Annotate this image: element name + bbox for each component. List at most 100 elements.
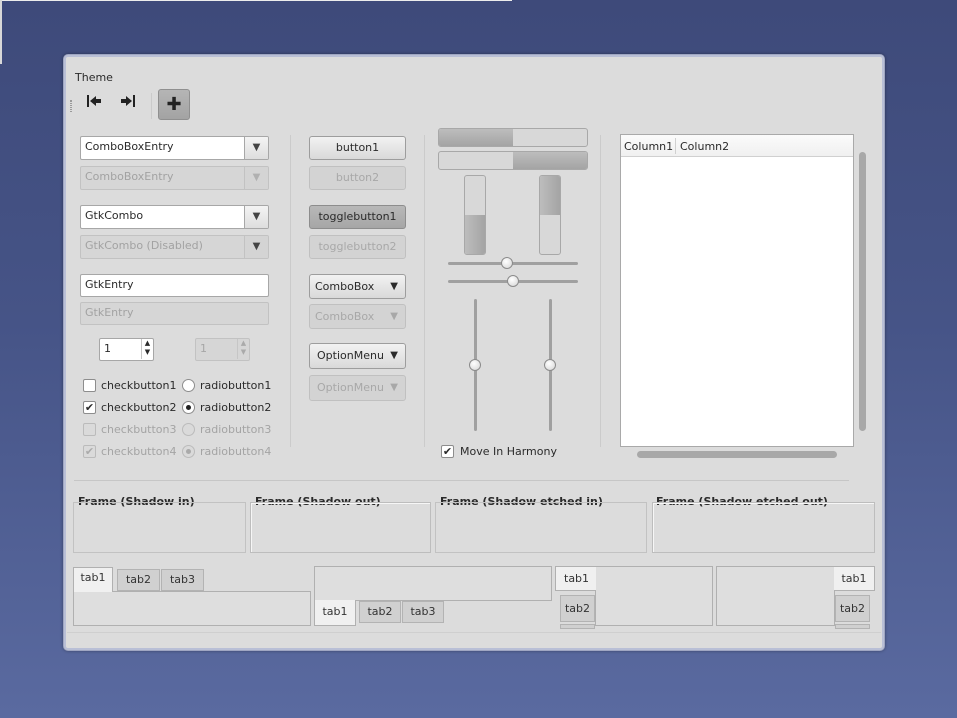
move-in-harmony-checkbox[interactable]: ✔ xyxy=(441,445,454,458)
toolbar-separator xyxy=(151,93,152,119)
radio-dot xyxy=(186,449,191,454)
spin-arrows[interactable]: ▲ ▼ xyxy=(141,339,153,359)
checkbutton1-label[interactable]: checkbutton1 xyxy=(101,379,177,392)
toolbar-grip[interactable] xyxy=(70,100,72,112)
desktop-edge xyxy=(0,0,2,64)
gtk-combo[interactable]: GtkCombo ▼ xyxy=(80,205,269,229)
spin-button-disabled: 1 ▲ ▼ xyxy=(195,338,250,361)
hscale-2-handle[interactable] xyxy=(507,275,519,287)
radiobutton4-circle xyxy=(182,445,195,458)
gtk-combo-disabled-text: GtkCombo (Disabled) xyxy=(85,239,203,252)
notebook-bottom-page xyxy=(314,566,552,601)
radiobutton1-label[interactable]: radiobutton1 xyxy=(200,379,271,392)
radiobutton3-circle xyxy=(182,423,195,436)
vscale-1-handle[interactable] xyxy=(469,359,481,371)
tree-vertical-scrollbar[interactable] xyxy=(859,152,866,431)
column1-header[interactable]: Column1 xyxy=(624,140,673,153)
chevron-down-icon[interactable]: ▼ xyxy=(244,206,268,228)
plus-icon[interactable]: ✚ xyxy=(158,89,190,120)
combobox-entry-disabled: ComboBoxEntry ▼ xyxy=(80,166,269,190)
spin-down-icon[interactable]: ▼ xyxy=(142,348,153,357)
spin-value: 1 xyxy=(104,342,111,355)
notebook-left-tab3[interactable] xyxy=(560,624,595,629)
notebook-right-tab3[interactable] xyxy=(835,624,870,629)
chevron-down-icon: ▼ xyxy=(244,167,268,189)
progress-bar-h2 xyxy=(438,151,588,170)
section-separator xyxy=(74,480,849,481)
notebook-bottom-tab2[interactable]: tab2 xyxy=(359,601,401,623)
radio-dot xyxy=(186,405,191,410)
theme-menu[interactable]: Theme xyxy=(75,71,113,84)
checkbutton1-box[interactable] xyxy=(83,379,96,392)
tree-header: Column1 Column2 xyxy=(621,135,853,157)
notebook-left-tab1[interactable]: tab1 xyxy=(555,566,596,591)
chevron-down-icon: ▼ xyxy=(390,382,398,393)
progress-bar-v1 xyxy=(464,175,486,255)
checkbutton4-label: checkbutton4 xyxy=(101,445,177,458)
notebook-top-page xyxy=(73,591,311,626)
notebook-bottom-tab1[interactable]: tab1 xyxy=(314,600,356,626)
chevron-down-icon[interactable]: ▼ xyxy=(244,137,268,159)
combobox-entry-text: ComboBoxEntry xyxy=(85,140,174,153)
frame-shadow-etched-in xyxy=(435,502,647,553)
optionmenu-disabled-label: OptionMenu xyxy=(317,381,384,394)
radiobutton2-label[interactable]: radiobutton2 xyxy=(200,401,271,414)
chevron-down-icon: ▼ xyxy=(390,350,398,361)
togglebutton2: togglebutton2 xyxy=(309,235,406,259)
checkbutton2-box[interactable]: ✔ xyxy=(83,401,96,414)
frame-shadow-etched-out xyxy=(652,502,875,553)
button1[interactable]: button1 xyxy=(309,136,406,160)
hscale-1-track[interactable] xyxy=(448,262,578,265)
radiobutton4-label: radiobutton4 xyxy=(200,445,272,458)
chevron-down-icon: ▼ xyxy=(244,236,268,258)
progress-bar-h1 xyxy=(438,128,588,147)
togglebutton1[interactable]: togglebutton1 xyxy=(309,205,406,229)
spin-disabled-value: 1 xyxy=(200,342,207,355)
notebook-right-tab2[interactable]: tab2 xyxy=(835,595,870,622)
combobox-entry[interactable]: ComboBoxEntry ▼ xyxy=(80,136,269,160)
radiobutton2-circle[interactable] xyxy=(182,401,195,414)
checkbutton4-box: ✔ xyxy=(83,445,96,458)
spin-up-icon[interactable]: ▲ xyxy=(142,339,153,348)
optionmenu-disabled: OptionMenu ▼ xyxy=(309,375,406,401)
combobox[interactable]: ComboBox ▼ xyxy=(309,274,406,299)
goto-first-icon[interactable] xyxy=(82,92,106,116)
progress-fill xyxy=(540,176,560,215)
chevron-down-icon: ▼ xyxy=(390,311,398,322)
chevron-down-icon: ▼ xyxy=(390,281,398,292)
notebook-left-tab2[interactable]: tab2 xyxy=(560,595,595,622)
spin-up-icon: ▲ xyxy=(240,339,247,347)
hscale-1-handle[interactable] xyxy=(500,257,513,269)
move-in-harmony-label[interactable]: Move In Harmony xyxy=(460,445,557,458)
optionmenu[interactable]: OptionMenu ▼ xyxy=(309,343,406,369)
notebook-top-tab2[interactable]: tab2 xyxy=(117,569,160,591)
goto-last-icon[interactable] xyxy=(116,92,140,116)
gtk-combo-text: GtkCombo xyxy=(85,209,144,222)
frame-shadow-out xyxy=(250,502,431,553)
notebook-right-tab1[interactable]: tab1 xyxy=(834,566,875,591)
notebook-top-tab1[interactable]: tab1 xyxy=(73,567,113,592)
theme-window: Theme ✚ ComboBoxEntry ▼ ComboBoxEntry ▼ … xyxy=(63,54,885,651)
column2-header[interactable]: Column2 xyxy=(680,140,729,153)
vscale-2-handle[interactable] xyxy=(544,359,556,371)
gtk-entry[interactable]: GtkEntry xyxy=(80,274,269,297)
spin-button[interactable]: 1 ▲ ▼ xyxy=(99,338,154,361)
tree-view[interactable]: Column1 Column2 xyxy=(620,134,854,447)
checkbutton2-label[interactable]: checkbutton2 xyxy=(101,401,177,414)
frame-shadow-in xyxy=(73,502,246,553)
column-separator-2 xyxy=(424,135,425,447)
header-divider xyxy=(675,138,676,154)
radiobutton3-label: radiobutton3 xyxy=(200,423,272,436)
column-separator-3 xyxy=(600,135,601,447)
tree-horizontal-scrollbar[interactable] xyxy=(637,451,837,458)
button2: button2 xyxy=(309,166,406,190)
spin-down-icon: ▼ xyxy=(240,348,247,356)
radiobutton1-circle[interactable] xyxy=(182,379,195,392)
status-separator xyxy=(67,632,881,633)
combobox-label: ComboBox xyxy=(315,280,375,293)
notebook-bottom-tab3[interactable]: tab3 xyxy=(402,601,444,623)
notebook-right-page xyxy=(716,566,835,626)
spin-arrows-disabled: ▲ ▼ xyxy=(237,339,249,359)
progress-fill xyxy=(513,152,587,169)
notebook-top-tab3[interactable]: tab3 xyxy=(161,569,204,591)
